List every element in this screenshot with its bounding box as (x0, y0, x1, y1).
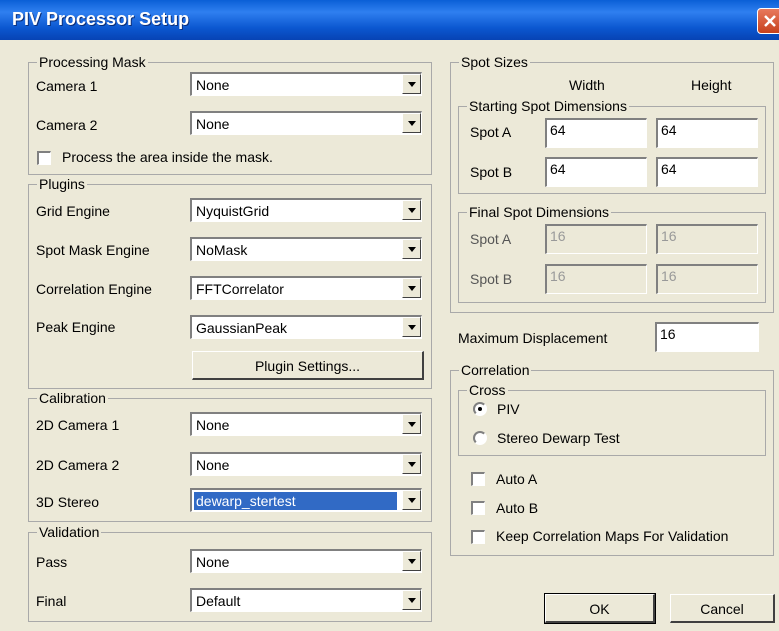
auto-b-checkbox[interactable] (471, 501, 485, 515)
chevron-down-icon[interactable] (402, 454, 421, 474)
camera1-label: Camera 1 (36, 78, 98, 94)
3d-stereo-select[interactable]: dewarp_stertest (190, 488, 422, 512)
width-header: Width (569, 77, 605, 93)
camera2-mask-select[interactable]: None (190, 111, 422, 135)
piv-label[interactable]: PIV (497, 400, 520, 418)
correlation-engine-label: Correlation Engine (36, 281, 152, 297)
chevron-down-icon[interactable] (402, 278, 421, 298)
max-displacement-input[interactable]: 16 (655, 322, 759, 352)
final-spot-a-label: Spot A (470, 231, 512, 247)
chevron-down-icon[interactable] (402, 200, 421, 220)
starting-spot-a-width-input[interactable]: 64 (545, 118, 647, 148)
stereo-dewarp-label[interactable]: Stereo Dewarp Test (497, 429, 620, 447)
auto-b-label[interactable]: Auto B (496, 499, 538, 517)
piv-processor-setup-dialog: PIV Processor Setup Processing Mask Came… (0, 0, 779, 631)
plugins-legend: Plugins (37, 176, 87, 192)
final-spot-b-width-input: 16 (545, 264, 647, 294)
close-icon (764, 15, 776, 27)
cancel-button[interactable]: Cancel (670, 594, 775, 623)
final-spot-b-label: Spot B (470, 271, 513, 287)
validation-legend: Validation (37, 524, 102, 540)
close-button[interactable] (757, 8, 779, 34)
2d-camera2-select[interactable]: None (190, 452, 422, 476)
2d-camera1-select[interactable]: None (190, 412, 422, 436)
chevron-down-icon[interactable] (402, 74, 421, 94)
camera2-label: Camera 2 (36, 117, 98, 133)
correlation-legend: Correlation (459, 362, 532, 378)
chevron-down-icon[interactable] (402, 317, 421, 337)
2d-camera2-label: 2D Camera 2 (36, 457, 120, 473)
final-label: Final (36, 593, 67, 609)
peak-engine-label: Peak Engine (36, 319, 116, 335)
chevron-down-icon[interactable] (402, 113, 421, 133)
title-bar[interactable]: PIV Processor Setup (0, 0, 779, 40)
chevron-down-icon[interactable] (402, 239, 421, 259)
processing-mask-legend: Processing Mask (37, 54, 148, 70)
calibration-legend: Calibration (37, 390, 108, 406)
starting-spot-b-label: Spot B (470, 164, 513, 180)
pass-label: Pass (36, 554, 68, 570)
chevron-down-icon[interactable] (402, 414, 421, 434)
starting-spot-dimensions-legend: Starting Spot Dimensions (467, 98, 629, 114)
auto-a-label[interactable]: Auto A (496, 470, 537, 488)
inside-mask-label[interactable]: Process the area inside the mask. (62, 148, 273, 166)
window-title: PIV Processor Setup (12, 9, 190, 29)
peak-engine-select[interactable]: GaussianPeak (190, 315, 422, 339)
inside-mask-checkbox[interactable] (37, 151, 51, 165)
final-select[interactable]: Default (190, 588, 422, 612)
2d-camera1-label: 2D Camera 1 (36, 417, 120, 433)
starting-spot-b-height-input[interactable]: 64 (656, 157, 758, 187)
chevron-down-icon[interactable] (402, 490, 421, 510)
chevron-down-icon[interactable] (402, 590, 421, 610)
max-displacement-label: Maximum Displacement (458, 330, 608, 346)
grid-engine-select[interactable]: NyquistGrid (190, 198, 422, 222)
stereo-dewarp-radio[interactable] (473, 431, 487, 445)
final-spot-b-height-input: 16 (656, 264, 758, 294)
spot-mask-engine-label: Spot Mask Engine (36, 242, 150, 258)
final-spot-a-width-input: 16 (545, 224, 647, 254)
pass-select[interactable]: None (190, 549, 422, 573)
piv-radio[interactable] (473, 402, 487, 416)
cross-legend: Cross (467, 382, 508, 398)
grid-engine-label: Grid Engine (36, 203, 110, 219)
correlation-engine-select[interactable]: FFTCorrelator (190, 276, 422, 300)
3d-stereo-label: 3D Stereo (36, 494, 100, 510)
camera1-mask-select[interactable]: None (190, 72, 422, 96)
starting-spot-a-label: Spot A (470, 124, 512, 140)
height-header: Height (691, 77, 732, 93)
ok-button[interactable]: OK (544, 593, 656, 624)
keep-correlation-maps-checkbox[interactable] (471, 530, 485, 544)
keep-correlation-maps-label[interactable]: Keep Correlation Maps For Validation (496, 527, 728, 545)
chevron-down-icon[interactable] (402, 551, 421, 571)
spot-sizes-legend: Spot Sizes (459, 54, 530, 70)
starting-spot-b-width-input[interactable]: 64 (545, 157, 647, 187)
final-spot-a-height-input: 16 (656, 224, 758, 254)
starting-spot-a-height-input[interactable]: 64 (656, 118, 758, 148)
final-spot-dimensions-legend: Final Spot Dimensions (467, 204, 612, 220)
plugin-settings-button[interactable]: Plugin Settings... (192, 351, 424, 380)
spot-mask-engine-select[interactable]: NoMask (190, 237, 422, 261)
auto-a-checkbox[interactable] (471, 472, 485, 486)
